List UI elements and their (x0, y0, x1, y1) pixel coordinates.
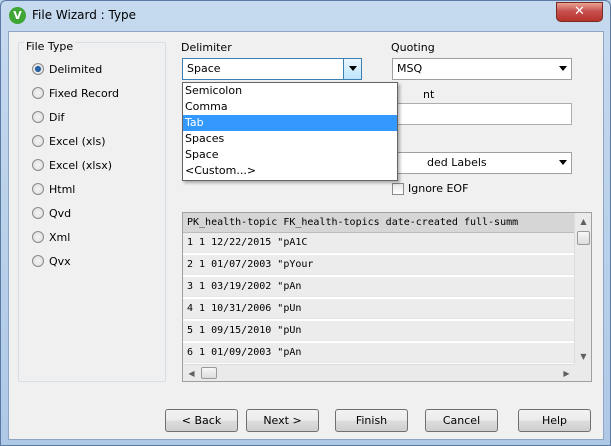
radio-button[interactable] (32, 231, 44, 243)
radio-button[interactable] (32, 255, 44, 267)
chevron-down-icon (349, 66, 357, 71)
cancel-button[interactable]: Cancel (425, 409, 498, 432)
chevron-down-icon (559, 160, 567, 165)
table-row: 6 1 01/09/2003 "pAn (183, 343, 575, 363)
delimiter-option[interactable]: <Custom...> (183, 163, 397, 179)
file-type-option[interactable]: Excel (xls) (32, 133, 106, 149)
radio-button[interactable] (32, 183, 44, 195)
labels-select-value: ded Labels (427, 156, 487, 169)
file-wizard-window: V File Wizard : Type ✕ File Type Delimit… (0, 0, 611, 446)
file-type-option-label: Dif (49, 110, 65, 124)
delimiter-select[interactable]: Space (182, 58, 362, 80)
file-type-option-label: Excel (xlsx) (49, 158, 113, 172)
preview-horizontal-scrollbar[interactable]: ◀ ▶ (183, 364, 575, 381)
file-type-option[interactable]: Delimited (32, 61, 102, 77)
delimiter-dropdown-list: Semicolon Comma Tab Spaces Space <Custom...> (182, 82, 398, 181)
horizontal-scroll-thumb[interactable] (201, 367, 217, 379)
table-row: 5 1 09/15/2010 "pUn (183, 321, 575, 341)
delimiter-option[interactable]: Tab (183, 115, 397, 131)
finish-button[interactable]: Finish (335, 409, 408, 432)
scroll-down-icon[interactable]: ▼ (575, 348, 591, 365)
scroll-right-icon[interactable]: ▶ (558, 365, 575, 381)
window-title: File Wizard : Type (32, 8, 137, 22)
file-type-option[interactable]: Qvd (32, 205, 71, 221)
quoting-select[interactable]: MSQ (392, 58, 572, 80)
ignore-eof-checkbox[interactable] (392, 182, 404, 195)
file-type-option[interactable]: Excel (xlsx) (32, 157, 112, 173)
preview-header-row: PK_health-topic FK_health-topics date-cr… (183, 213, 575, 233)
file-type-option-label: Html (49, 182, 76, 196)
radio-button[interactable] (32, 111, 44, 123)
radio-button[interactable] (32, 63, 44, 75)
file-type-option[interactable]: Qvx (32, 253, 71, 269)
vertical-scroll-thumb[interactable] (577, 231, 590, 245)
next-button[interactable]: Next > (246, 409, 319, 432)
table-row: 3 1 03/19/2002 "pAn (183, 277, 575, 297)
comment-input[interactable] (392, 103, 572, 125)
back-button[interactable]: < Back (165, 409, 238, 432)
file-type-option-label: Fixed Record (49, 86, 120, 100)
file-type-option[interactable]: Xml (32, 229, 70, 245)
file-type-option[interactable]: Fixed Record (32, 85, 119, 101)
file-type-option[interactable]: Html (32, 181, 75, 197)
table-row: 4 1 10/31/2006 "pUn (183, 299, 575, 319)
delimiter-select-value: Space (187, 62, 221, 75)
file-type-group-title: File Type (24, 40, 76, 53)
file-type-option-label: Qvd (49, 206, 72, 220)
file-type-option[interactable]: Dif (32, 109, 64, 125)
delimiter-dropdown-button[interactable] (343, 59, 361, 79)
file-type-option-label: Excel (xls) (49, 134, 106, 148)
chevron-down-icon (559, 66, 567, 71)
file-type-option-label: Qvx (49, 254, 71, 268)
ignore-eof-label: Ignore EOF (408, 182, 469, 195)
radio-button[interactable] (32, 207, 44, 219)
dialog-client-area: File Type Delimited Fixed Record Dif Excel … (8, 31, 604, 440)
file-type-option-label: Xml (49, 230, 71, 244)
data-preview-table: PK_health-topic FK_health-topics date-cr… (182, 212, 592, 382)
table-row: 2 1 01/07/2003 "pYour (183, 255, 575, 275)
help-button[interactable]: Help (518, 409, 591, 432)
radio-button[interactable] (32, 87, 44, 99)
file-type-option-label: Delimited (49, 62, 103, 76)
scroll-up-icon[interactable]: ▲ (575, 213, 591, 230)
delimiter-option[interactable]: Spaces (183, 131, 397, 147)
title-bar[interactable]: V File Wizard : Type ✕ (1, 1, 610, 31)
scroll-left-icon[interactable]: ◀ (183, 365, 200, 381)
radio-button[interactable] (32, 159, 44, 171)
quoting-select-value: MSQ (397, 62, 423, 75)
delimiter-option[interactable]: Space (183, 147, 397, 163)
ignore-eof-row[interactable]: Ignore EOF (392, 182, 468, 195)
close-button[interactable]: ✕ (556, 2, 603, 22)
labels-select[interactable]: ded Labels (392, 152, 572, 174)
delimiter-option[interactable]: Semicolon (183, 83, 397, 99)
delimiter-label: Delimiter (181, 41, 232, 54)
comment-label: nt (423, 88, 435, 101)
scrollbar-corner (574, 364, 591, 381)
radio-button[interactable] (32, 135, 44, 147)
preview-vertical-scrollbar[interactable]: ▲ ▼ (574, 213, 591, 365)
table-row: 1 1 12/22/2015 "pA1C (183, 233, 575, 253)
delimiter-option[interactable]: Comma (183, 99, 397, 115)
quoting-label: Quoting (391, 41, 435, 54)
app-logo-icon: V (9, 7, 26, 24)
